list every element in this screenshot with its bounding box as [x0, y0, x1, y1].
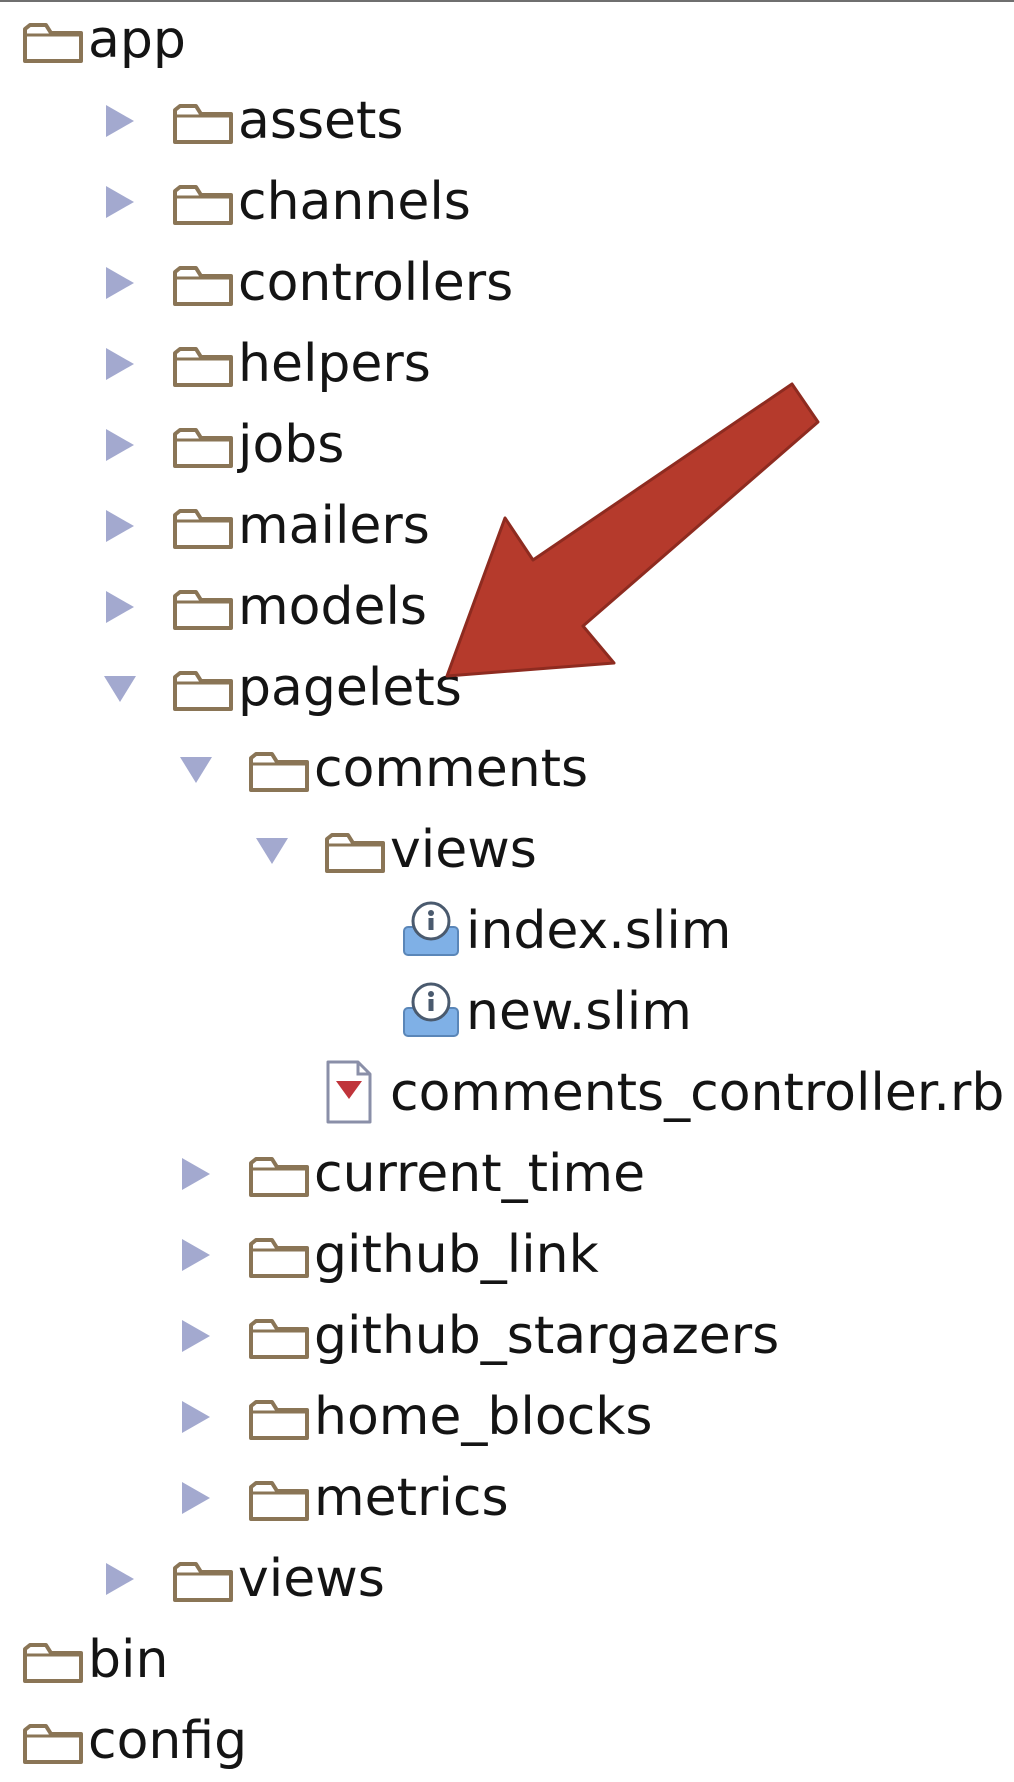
folder-icon [172, 1539, 242, 1620]
folder-icon [172, 405, 242, 486]
tree-item-label: app [88, 10, 186, 70]
tree-item-label: current_time [314, 1144, 646, 1204]
tree-item-label: channels [238, 172, 471, 232]
disclosure-right-icon[interactable] [96, 1539, 136, 1620]
tree-item-label: new.slim [466, 982, 692, 1042]
folder-icon [172, 162, 242, 243]
tree-row[interactable]: index.slim [0, 891, 1014, 972]
tree-item-label: home_blocks [314, 1387, 653, 1447]
tree-row[interactable]: app [0, 0, 1014, 81]
tree-item-label: helpers [238, 334, 431, 394]
folder-icon [248, 729, 318, 810]
tree-row[interactable]: bin [0, 1620, 1014, 1701]
folder-icon [172, 81, 242, 162]
disclosure-right-icon[interactable] [96, 81, 136, 162]
disclosure-right-icon[interactable] [172, 1296, 212, 1377]
disclosure-right-icon[interactable] [96, 405, 136, 486]
disclosure-right-icon[interactable] [96, 243, 136, 324]
tree-item-label: assets [238, 91, 404, 151]
tree-row[interactable]: models [0, 567, 1014, 648]
tree-row[interactable]: views [0, 810, 1014, 891]
tree-item-label: models [238, 577, 428, 637]
tree-item-label: views [390, 820, 537, 880]
tree-row[interactable]: comments_controller.rb [0, 1053, 1014, 1134]
tree-row[interactable]: metrics [0, 1458, 1014, 1539]
disclosure-right-icon[interactable] [172, 1377, 212, 1458]
tree-row[interactable]: comments [0, 729, 1014, 810]
folder-icon [248, 1377, 318, 1458]
folder-icon [172, 324, 242, 405]
tree-row[interactable]: github_link [0, 1215, 1014, 1296]
tree-item-label: config [88, 1711, 248, 1771]
folder-icon [248, 1296, 318, 1377]
folder-icon [172, 648, 242, 729]
tree-item-label: bin [88, 1630, 169, 1690]
slim-file-icon [400, 891, 470, 972]
disclosure-right-icon[interactable] [96, 162, 136, 243]
tree-row[interactable]: config [0, 1701, 1014, 1782]
tree-item-label: metrics [314, 1468, 509, 1528]
folder-icon [248, 1458, 318, 1539]
tree-row[interactable]: assets [0, 81, 1014, 162]
tree-item-label: comments [314, 739, 589, 799]
folder-icon [324, 810, 394, 891]
folder-icon [22, 0, 92, 81]
tree-item-label: comments_controller.rb [390, 1063, 1005, 1123]
tree-item-label: github_link [314, 1225, 599, 1285]
tree-row[interactable]: channels [0, 162, 1014, 243]
folder-icon [22, 1620, 92, 1701]
tree-row[interactable]: github_stargazers [0, 1296, 1014, 1377]
tree-row[interactable]: home_blocks [0, 1377, 1014, 1458]
tree-item-label: controllers [238, 253, 514, 313]
disclosure-right-icon[interactable] [172, 1215, 212, 1296]
folder-icon [248, 1134, 318, 1215]
disclosure-down-icon[interactable] [96, 648, 136, 729]
disclosure-down-icon[interactable] [172, 729, 212, 810]
tree-item-label: views [238, 1549, 385, 1609]
folder-icon [248, 1215, 318, 1296]
tree-row[interactable]: helpers [0, 324, 1014, 405]
ruby-file-icon [324, 1053, 394, 1134]
tree-item-label: jobs [238, 415, 345, 475]
folder-icon [172, 243, 242, 324]
tree-row[interactable]: mailers [0, 486, 1014, 567]
tree-item-label: github_stargazers [314, 1306, 780, 1366]
tree-row[interactable]: views [0, 1539, 1014, 1620]
tree-item-label: index.slim [466, 901, 732, 961]
tree-row[interactable]: current_time [0, 1134, 1014, 1215]
disclosure-right-icon[interactable] [96, 567, 136, 648]
tree-item-label: mailers [238, 496, 430, 556]
tree-item-label: pagelets [238, 658, 462, 718]
folder-icon [172, 567, 242, 648]
disclosure-right-icon[interactable] [172, 1134, 212, 1215]
disclosure-down-icon[interactable] [248, 810, 288, 891]
tree-row[interactable]: new.slim [0, 972, 1014, 1053]
tree-row[interactable]: jobs [0, 405, 1014, 486]
folder-icon [22, 1701, 92, 1782]
folder-icon [172, 486, 242, 567]
disclosure-right-icon[interactable] [96, 324, 136, 405]
disclosure-right-icon[interactable] [172, 1458, 212, 1539]
disclosure-right-icon[interactable] [96, 486, 136, 567]
slim-file-icon [400, 972, 470, 1053]
tree-row[interactable]: pagelets [0, 648, 1014, 729]
tree-row[interactable]: controllers [0, 243, 1014, 324]
